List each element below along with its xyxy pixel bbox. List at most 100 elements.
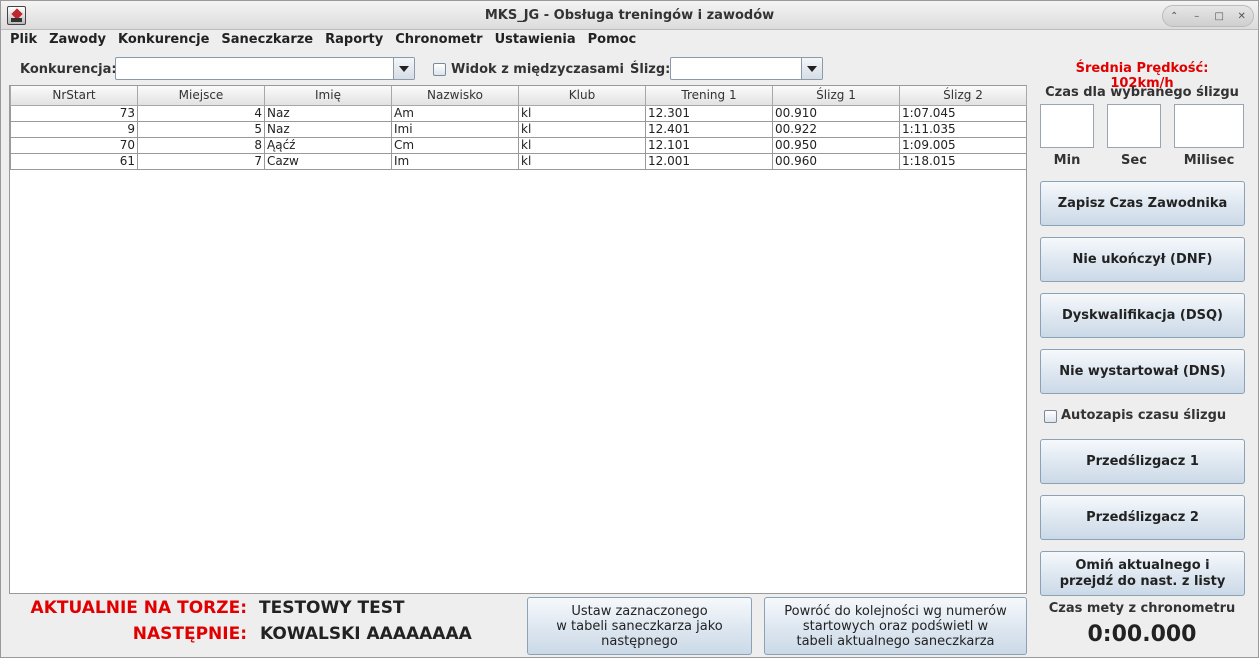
- table-cell: 1:09.005: [899, 136, 1027, 154]
- table-cell: 8: [137, 136, 265, 154]
- table-cell: Imi: [391, 120, 519, 138]
- table-cell: Im: [391, 152, 519, 170]
- table-cell: kl: [518, 120, 646, 138]
- save-time-button[interactable]: Zapisz Czas Zawodnika: [1040, 181, 1245, 226]
- dsq-button[interactable]: Dyskwalifikacja (DSQ): [1040, 293, 1245, 338]
- title-bar: MKS_JG - Obsługa treningów i zawodów ⌃ –…: [1, 1, 1258, 30]
- table-cell: Naz: [264, 104, 392, 122]
- table-cell: 4: [137, 104, 265, 122]
- table-cell: 1:18.015: [899, 152, 1027, 170]
- table-cell: 12.101: [645, 136, 773, 154]
- table-cell: 70: [10, 136, 138, 154]
- menu-ustawienia[interactable]: Ustawienia: [489, 30, 582, 50]
- autosave-label: Autozapis czasu ślizgu: [1061, 408, 1227, 423]
- window-title: MKS_JG - Obsługa treningów i zawodów: [484, 8, 775, 23]
- chrono-label: Czas mety z chronometru: [1048, 601, 1236, 616]
- table-cell: Ąąćź: [264, 136, 392, 154]
- chrono-time: 0:00.000: [1087, 622, 1197, 647]
- table-row[interactable]: 73 4 Naz Am kl 12.301 00.910 1:07.045: [10, 104, 1027, 122]
- table-cell: kl: [518, 152, 646, 170]
- next-value: KOWALSKI AAAAAAAA: [260, 624, 472, 644]
- table-cell: Naz: [264, 120, 392, 138]
- menu-konkurencje[interactable]: Konkurencje: [112, 30, 215, 50]
- column-header-miejsce[interactable]: Miejsce: [137, 86, 265, 106]
- menu-bar: Plik Zawody Konkurencje Saneczkarze Rapo…: [1, 30, 1258, 50]
- split-view-checkbox[interactable]: [433, 63, 446, 76]
- competition-select[interactable]: [115, 57, 415, 80]
- table-cell: 5: [137, 120, 265, 138]
- table-cell: 00.950: [772, 136, 900, 154]
- maximize-icon[interactable]: □: [1211, 8, 1227, 24]
- milliseconds-field[interactable]: [1174, 104, 1244, 148]
- window-menu-icon[interactable]: ⌃: [1166, 8, 1182, 24]
- column-header-trening1[interactable]: Trening 1: [645, 86, 773, 106]
- menu-zawody[interactable]: Zawody: [43, 30, 112, 50]
- skip-current-button[interactable]: Omiń aktualnego i przejdź do nast. z lis…: [1040, 551, 1245, 596]
- table-cell: 12.001: [645, 152, 773, 170]
- restore-order-button[interactable]: Powróć do kolejności wg numerów startowy…: [764, 597, 1027, 655]
- run-time-title: Czas dla wybranego ślizgu: [1045, 85, 1239, 100]
- table-cell: 1:11.035: [899, 120, 1027, 138]
- on-track-label: AKTUALNIE NA TORZE:: [30, 598, 247, 618]
- table-cell: 00.910: [772, 104, 900, 122]
- column-header-nazwisko[interactable]: Nazwisko: [391, 86, 519, 106]
- run-label: Ślizg:: [630, 62, 671, 77]
- results-table[interactable]: NrStart Miejsce Imię Nazwisko Klub Treni…: [9, 85, 1027, 594]
- restore-order-label-line2: startowych oraz podświetl w: [802, 618, 989, 634]
- forerunner-1-button[interactable]: Przedślizgacz 1: [1040, 439, 1245, 484]
- set-next-label-line3: następnego: [601, 633, 678, 649]
- column-header-slizg2[interactable]: Ślizg 2: [899, 86, 1027, 106]
- table-cell: 12.301: [645, 104, 773, 122]
- seconds-field[interactable]: [1107, 104, 1161, 148]
- window-controls: ⌃ – □ ✕: [1162, 5, 1254, 27]
- autosave-checkbox[interactable]: [1044, 410, 1057, 423]
- restore-order-label-line1: Powróć do kolejności wg numerów: [784, 603, 1007, 619]
- restore-order-label-line3: tabeli aktualnego saneczkarza: [796, 633, 995, 649]
- menu-plik[interactable]: Plik: [4, 30, 43, 50]
- table-cell: 1:07.045: [899, 104, 1027, 122]
- minutes-label: Min: [1053, 153, 1081, 168]
- on-track-value: TESTOWY TEST: [259, 598, 405, 618]
- table-cell: 12.401: [645, 120, 773, 138]
- table-cell: Am: [391, 104, 519, 122]
- table-cell: kl: [518, 136, 646, 154]
- minutes-field[interactable]: [1040, 104, 1094, 148]
- menu-raporty[interactable]: Raporty: [319, 30, 389, 50]
- dns-button[interactable]: Nie wystartował (DNS): [1040, 349, 1245, 394]
- table-cell: 61: [10, 152, 138, 170]
- seconds-label: Sec: [1121, 153, 1147, 168]
- close-icon[interactable]: ✕: [1234, 8, 1250, 24]
- dnf-button[interactable]: Nie ukończył (DNF): [1040, 237, 1245, 282]
- split-view-label: Widok z międzyczasami: [451, 62, 625, 77]
- minimize-icon[interactable]: –: [1189, 8, 1205, 24]
- table-cell: Cazw: [264, 152, 392, 170]
- menu-saneczkarze[interactable]: Saneczkarze: [215, 30, 319, 50]
- main-window: MKS_JG - Obsługa treningów i zawodów ⌃ –…: [0, 0, 1259, 658]
- competition-label: Konkurencja:: [20, 62, 117, 77]
- menu-pomoc[interactable]: Pomoc: [582, 30, 643, 50]
- milliseconds-label: Milisec: [1183, 153, 1235, 168]
- column-header-imie[interactable]: Imię: [264, 86, 392, 106]
- table-cell: 00.922: [772, 120, 900, 138]
- skip-current-label-line2: przejdź do nast. z listy: [1059, 573, 1226, 589]
- next-label: NASTĘPNIE:: [132, 624, 247, 644]
- table-cell: 7: [137, 152, 265, 170]
- chevron-down-icon[interactable]: [393, 58, 414, 79]
- column-header-klub[interactable]: Klub: [518, 86, 646, 106]
- set-next-button[interactable]: Ustaw zaznaczonego w tabeli saneczkarza …: [527, 597, 752, 655]
- table-row[interactable]: 61 7 Cazw Im kl 12.001 00.960 1:18.015: [10, 152, 1027, 170]
- chevron-down-icon[interactable]: [801, 58, 822, 79]
- column-header-nrstart[interactable]: NrStart: [10, 86, 138, 106]
- table-cell: 9: [10, 120, 138, 138]
- table-row[interactable]: 9 5 Naz Imi kl 12.401 00.922 1:11.035: [10, 120, 1027, 138]
- table-cell: Cm: [391, 136, 519, 154]
- set-next-label-line2: w tabeli saneczkarza jako: [556, 618, 723, 634]
- column-header-slizg1[interactable]: Ślizg 1: [772, 86, 900, 106]
- table-cell: 73: [10, 104, 138, 122]
- skip-current-label-line1: Omiń aktualnego i: [1075, 557, 1210, 573]
- menu-chronometr[interactable]: Chronometr: [389, 30, 488, 50]
- run-select[interactable]: [670, 57, 823, 80]
- table-row[interactable]: 70 8 Ąąćź Cm kl 12.101 00.950 1:09.005: [10, 136, 1027, 154]
- forerunner-2-button[interactable]: Przedślizgacz 2: [1040, 495, 1245, 540]
- set-next-label-line1: Ustaw zaznaczonego: [571, 603, 708, 619]
